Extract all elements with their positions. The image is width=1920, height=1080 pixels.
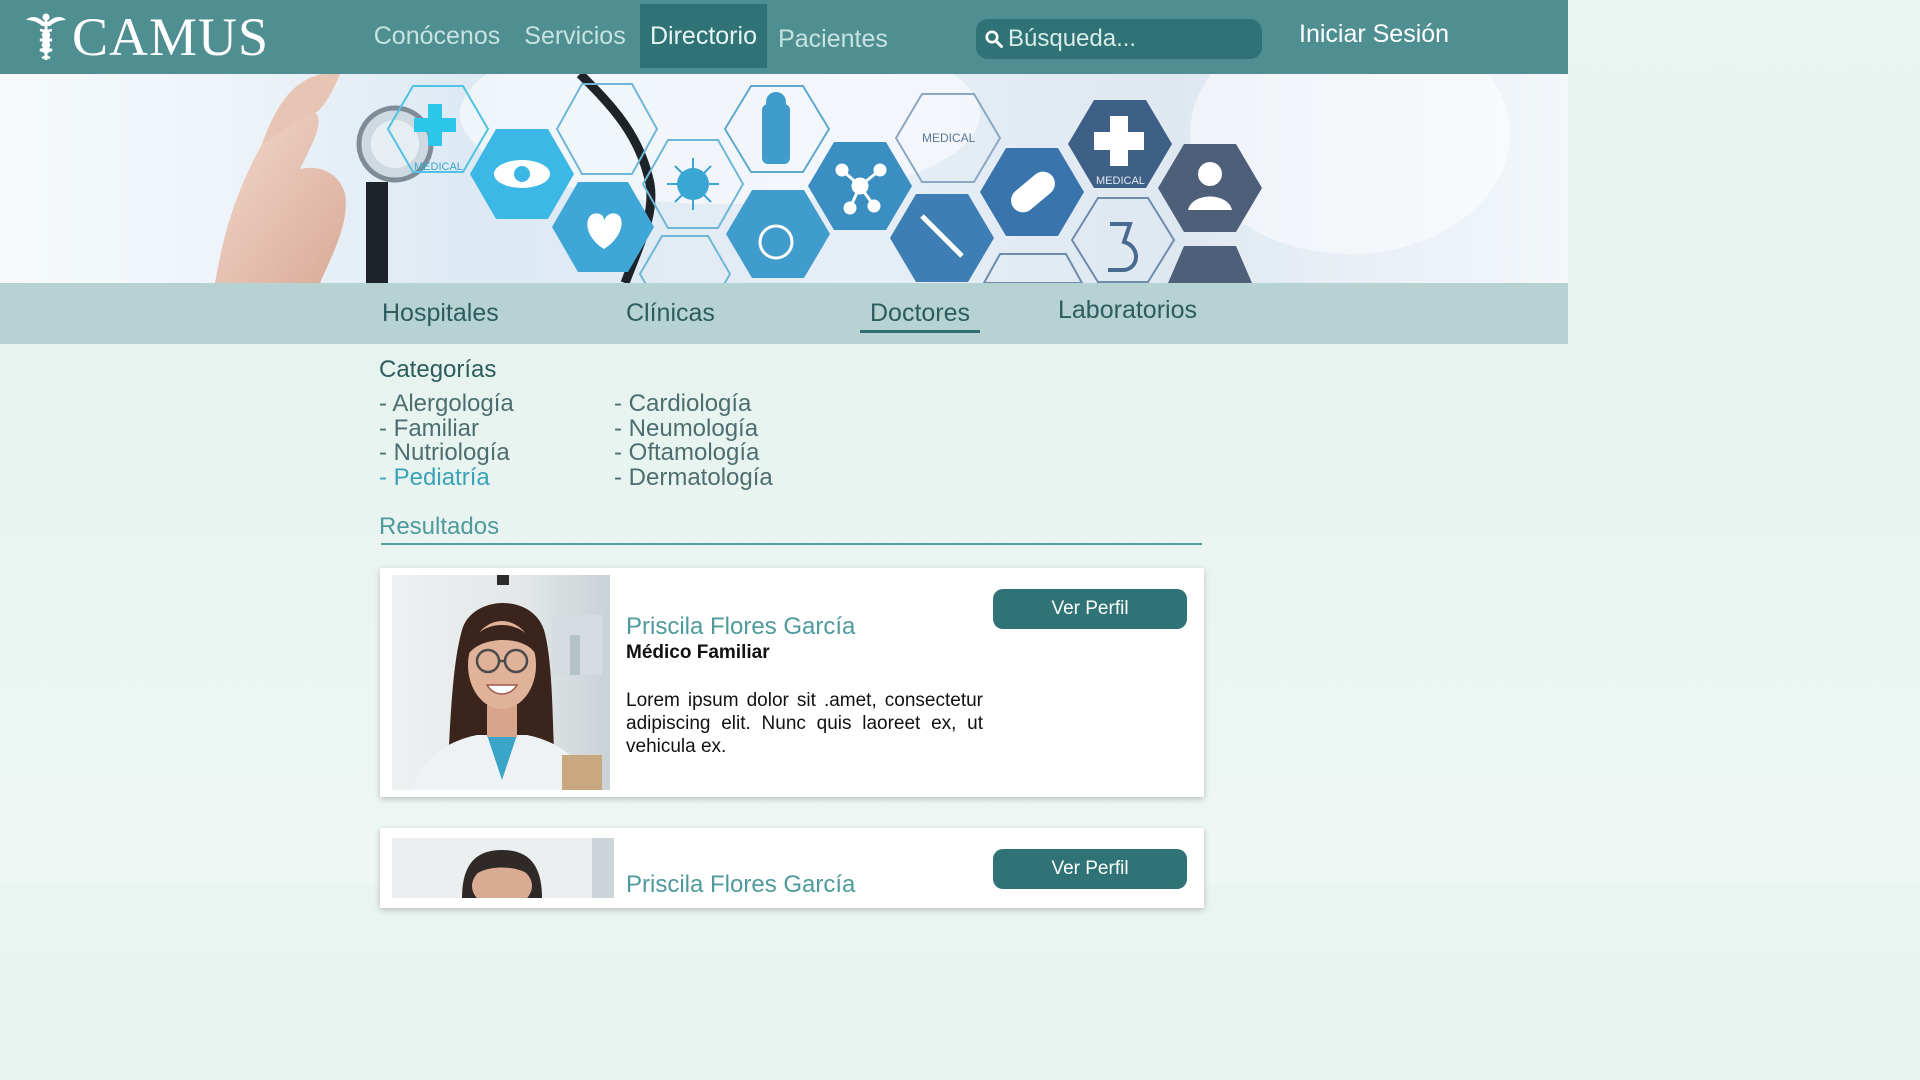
category-neumologia[interactable]: - Neumología xyxy=(614,416,773,442)
logo-text: CAMUS xyxy=(72,7,270,67)
category-pediatria[interactable]: - Pediatría xyxy=(379,465,514,491)
top-navbar: CAMUS Conócenos Servicios Directorio Pac… xyxy=(0,0,1568,74)
category-familiar[interactable]: - Familiar xyxy=(379,416,514,442)
nav-conocenos[interactable]: Conócenos xyxy=(368,4,506,68)
doctor-name[interactable]: Priscila Flores García xyxy=(626,613,855,641)
hero-badge-3: MEDICAL xyxy=(1096,175,1145,187)
tab-hospitales[interactable]: Hospitales xyxy=(382,299,499,328)
search-box[interactable] xyxy=(976,19,1262,59)
nav-directorio[interactable]: Directorio xyxy=(640,4,767,68)
hero-badge-2: MEDICAL xyxy=(922,131,976,145)
category-cardiologia[interactable]: - Cardiología xyxy=(614,391,773,417)
logo[interactable]: CAMUS xyxy=(24,10,269,64)
category-dermatologia[interactable]: - Dermatología xyxy=(614,465,773,491)
doctor-name[interactable]: Priscila Flores García xyxy=(626,871,855,899)
nav-pacientes[interactable]: Pacientes xyxy=(774,7,892,71)
caduceus-icon xyxy=(26,13,66,60)
login-link[interactable]: Iniciar Sesión xyxy=(1299,20,1449,49)
nav-servicios[interactable]: Servicios xyxy=(518,4,632,68)
category-oftamologia[interactable]: - Oftamología xyxy=(614,440,773,466)
doctor-description: Lorem ipsum dolor sit .amet, consectetur… xyxy=(626,690,983,757)
hero-badge-1: MEDICAL xyxy=(414,161,463,173)
medical-hexagon-illustration: MEDICAL MEDICAL MEDICAL xyxy=(215,74,1510,283)
tab-doctores[interactable]: Doctores xyxy=(860,299,981,333)
doctor-photo[interactable] xyxy=(392,575,610,790)
view-profile-button[interactable]: Ver Perfil xyxy=(993,849,1187,889)
doctor-card: Priscila Flores García Ver Perfil xyxy=(380,828,1204,908)
doctor-specialty: Médico Familiar xyxy=(626,642,770,663)
categories-left-column: - Alergología - Familiar - Nutriología -… xyxy=(379,391,514,491)
hero-banner: MEDICAL MEDICAL MEDICAL xyxy=(0,74,1568,283)
doctor-photo[interactable] xyxy=(392,838,614,1053)
tab-clinicas[interactable]: Clínicas xyxy=(626,299,715,328)
category-alergologia[interactable]: - Alergología xyxy=(379,391,514,417)
search-input[interactable] xyxy=(1008,25,1248,53)
view-profile-button[interactable]: Ver Perfil xyxy=(993,589,1187,629)
categories-title: Categorías xyxy=(379,356,497,383)
directory-tabs: Hospitales Clínicas Doctores Laboratorio… xyxy=(0,283,1568,344)
doctor-card: Priscila Flores García Médico Familiar L… xyxy=(380,568,1204,797)
results-divider xyxy=(381,543,1202,545)
search-icon xyxy=(985,30,1003,48)
categories-right-column: - Cardiología - Neumología - Oftamología… xyxy=(614,391,773,491)
results-title: Resultados xyxy=(379,513,500,540)
tab-laboratorios[interactable]: Laboratorios xyxy=(1058,296,1197,325)
category-nutriologia[interactable]: - Nutriología xyxy=(379,440,514,466)
